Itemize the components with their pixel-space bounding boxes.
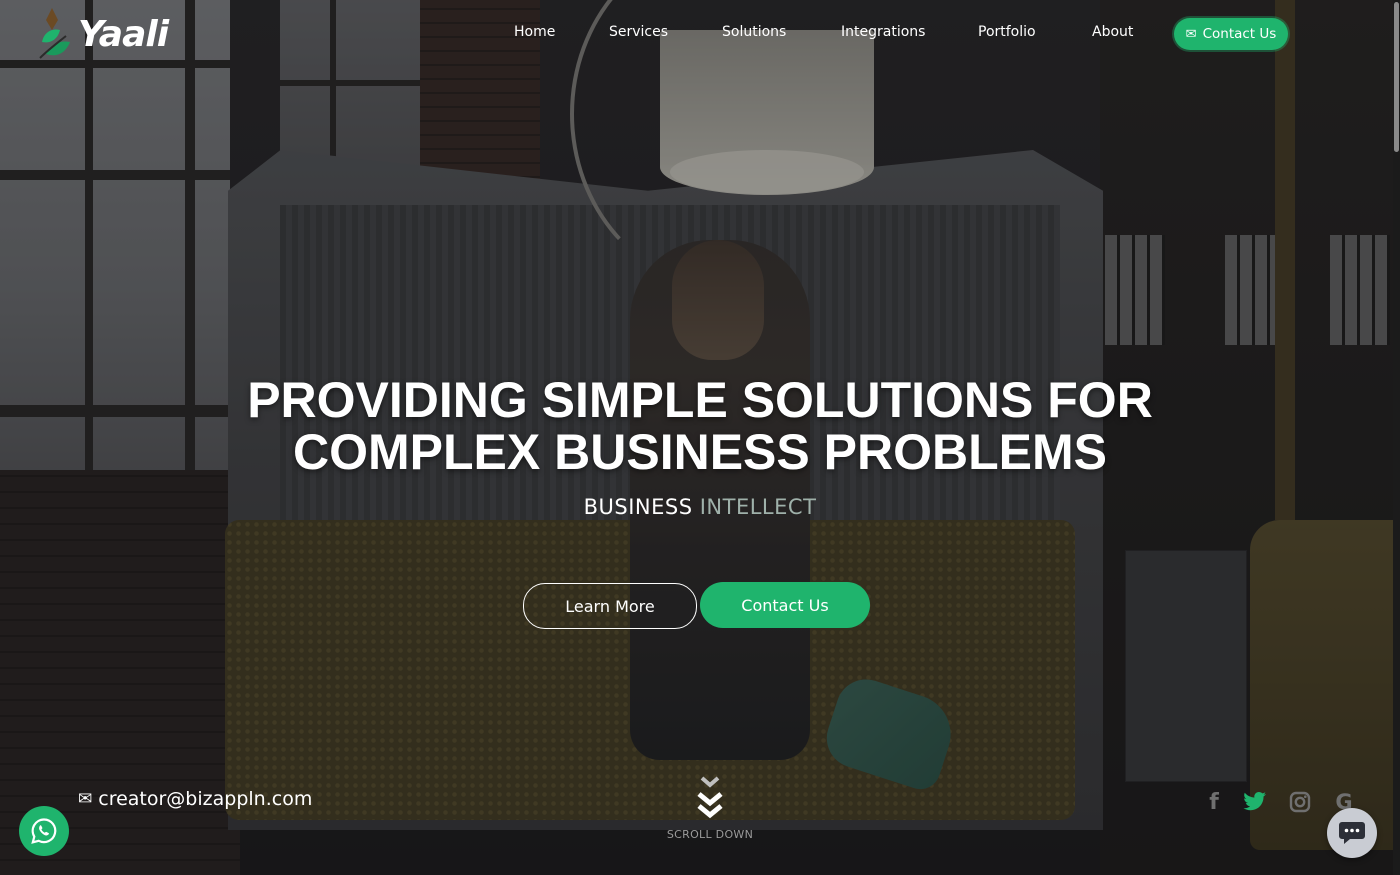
- nav-item-integrations[interactable]: Integrations: [841, 24, 925, 40]
- contact-email[interactable]: ✉ creator@bizappln.com: [78, 788, 312, 810]
- nav-item-home[interactable]: Home: [514, 24, 555, 40]
- main-nav: Home Services Solutions Integrations Por…: [0, 18, 1400, 50]
- hero-subtitle-word1: BUSINESS: [583, 495, 693, 519]
- chat-bubble-icon: [1339, 822, 1365, 844]
- whatsapp-button[interactable]: [19, 806, 69, 856]
- hero-subtitle: BUSINESS INTELLECT: [0, 495, 1400, 519]
- chevrons-down-icon: [697, 776, 723, 819]
- nav-item-about[interactable]: About: [1092, 24, 1133, 40]
- nav-item-solutions[interactable]: Solutions: [722, 24, 786, 40]
- chat-widget-button[interactable]: [1327, 808, 1377, 858]
- hero-title-line1: PROVIDING SIMPLE SOLUTIONS FOR: [247, 372, 1153, 428]
- nav-item-portfolio[interactable]: Portfolio: [978, 24, 1036, 40]
- learn-more-button[interactable]: Learn More: [523, 583, 697, 629]
- contact-email-text: creator@bizappln.com: [98, 788, 313, 810]
- hero-title-line2: COMPLEX BUSINESS PROBLEMS: [293, 424, 1107, 480]
- whatsapp-icon: [31, 818, 57, 844]
- facebook-icon[interactable]: f: [1202, 790, 1226, 815]
- envelope-icon: ✉: [1185, 26, 1197, 42]
- twitter-icon[interactable]: [1243, 790, 1267, 814]
- hero-subtitle-word2: INTELLECT: [699, 495, 817, 519]
- nav-contact-button[interactable]: ✉ Contact Us: [1174, 18, 1288, 50]
- instagram-icon[interactable]: [1288, 790, 1312, 814]
- nav-contact-label: Contact Us: [1202, 26, 1277, 42]
- envelope-icon: ✉: [78, 789, 93, 809]
- scroll-down-control[interactable]: SCROLL DOWN: [660, 776, 760, 841]
- nav-item-services[interactable]: Services: [609, 24, 668, 40]
- hero-title: PROVIDING SIMPLE SOLUTIONS FOR COMPLEX B…: [0, 374, 1400, 478]
- hero-contact-button[interactable]: Contact Us: [700, 582, 870, 628]
- scroll-down-label: SCROLL DOWN: [666, 828, 754, 841]
